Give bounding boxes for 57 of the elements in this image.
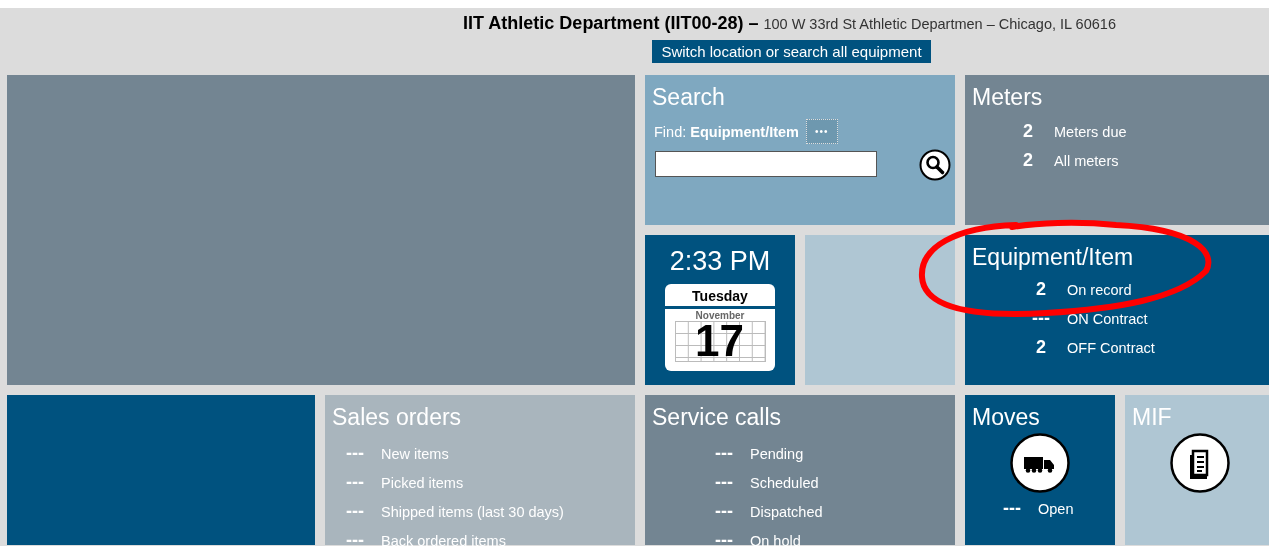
find-type: Equipment/Item bbox=[690, 123, 799, 140]
search-field[interactable] bbox=[655, 150, 877, 177]
count-value: --- bbox=[714, 530, 734, 546]
dashboard-tile[interactable]: Service calls --- Pending --- Scheduled --- Dispatched --- On hold bbox=[645, 395, 955, 545]
switch-location-button[interactable]: Switch location or search all equipment bbox=[652, 40, 931, 63]
count-label[interactable]: On hold bbox=[750, 532, 801, 546]
dashboard-tile[interactable]: Search Find: Equipment/Item ••• bbox=[645, 75, 955, 225]
tile-title: Sales orders bbox=[331, 403, 463, 431]
dashboard-tile[interactable]: Moves --- Open bbox=[965, 395, 1115, 545]
count-value: --- bbox=[714, 472, 734, 493]
dashboard-tile[interactable]: Equipment/Item 2 On record --- ON Contract 2 OFF Contract bbox=[965, 235, 1269, 385]
count-value: --- bbox=[345, 472, 365, 493]
tile-title: Service calls bbox=[651, 403, 783, 431]
count-label[interactable]: Picked items bbox=[381, 474, 464, 491]
tile-title: Search bbox=[651, 83, 726, 111]
count-label[interactable]: On record bbox=[1067, 281, 1132, 298]
count-label[interactable]: Meters due bbox=[1054, 123, 1127, 140]
truck-icon bbox=[1010, 433, 1070, 493]
document-icon bbox=[1170, 433, 1230, 493]
count-label[interactable]: Back ordered items bbox=[381, 532, 506, 546]
count-label[interactable]: Shipped items (last 30 days) bbox=[381, 503, 564, 520]
tile-title: Moves bbox=[971, 403, 1041, 431]
separator: – bbox=[748, 13, 759, 34]
day-number: 17 bbox=[674, 321, 766, 362]
count-label[interactable]: Open bbox=[1038, 500, 1074, 517]
count-value: 2 bbox=[1022, 121, 1034, 142]
more-button[interactable]: ••• bbox=[806, 119, 838, 144]
count-value: 2 bbox=[1022, 150, 1034, 171]
count-value: --- bbox=[345, 443, 365, 464]
count-value: --- bbox=[1031, 308, 1051, 329]
count-value: --- bbox=[1002, 498, 1022, 519]
count-label[interactable]: New items bbox=[381, 445, 449, 462]
dashboard-tile[interactable]: 2:33 PM Tuesday November 17 bbox=[645, 235, 795, 385]
location-name: IIT Athletic Department (IIT00-28) bbox=[463, 13, 744, 34]
dashboard-tile[interactable]: Sales orders --- New items --- Picked items --- Shipped items (last 30 days) --- Back ordered items bbox=[325, 395, 635, 545]
count-label[interactable]: Pending bbox=[750, 445, 804, 462]
count-label[interactable]: Scheduled bbox=[750, 474, 819, 491]
count-value: --- bbox=[714, 501, 734, 522]
count-value: 2 bbox=[1035, 279, 1047, 300]
count-value: --- bbox=[345, 530, 365, 546]
tile-title: Meters bbox=[971, 83, 1044, 111]
count-label[interactable]: Dispatched bbox=[750, 503, 823, 520]
count-value: 2 bbox=[1035, 337, 1047, 358]
count-value: --- bbox=[345, 501, 365, 522]
weekday: Tuesday bbox=[665, 284, 775, 309]
location-address: 100 W 33rd St Athletic Departmen – Chicago, IL 60616 bbox=[763, 16, 1116, 32]
count-label[interactable]: ON Contract bbox=[1067, 310, 1148, 327]
tile-title: MIF bbox=[1131, 403, 1173, 431]
clock-time: 2:33 PM bbox=[668, 246, 772, 277]
count-label[interactable]: All meters bbox=[1054, 152, 1119, 169]
count-value: --- bbox=[714, 443, 734, 464]
find-label: Find: bbox=[654, 123, 687, 140]
tile-title: Equipment/Item bbox=[971, 243, 1135, 271]
dashboard-tile[interactable]: Meters 2 Meters due 2 All meters bbox=[965, 75, 1269, 225]
count-label[interactable]: OFF Contract bbox=[1067, 339, 1155, 356]
search-icon[interactable] bbox=[919, 149, 951, 181]
month: November bbox=[694, 309, 746, 321]
